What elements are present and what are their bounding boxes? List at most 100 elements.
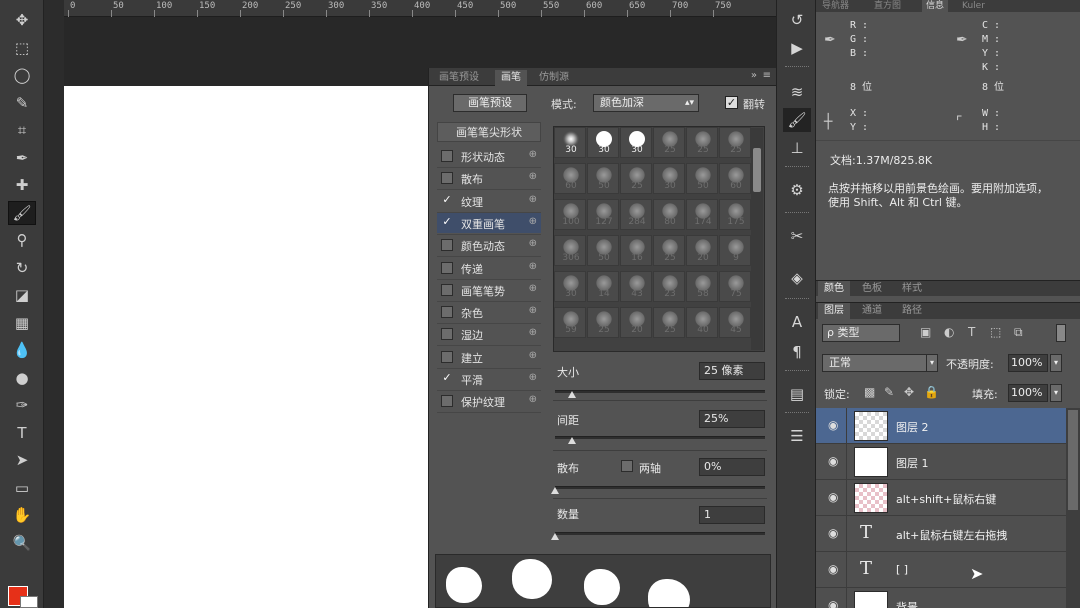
shape-filter-icon[interactable]: ⬚ — [990, 325, 1001, 339]
collapse-panel-icon[interactable]: » — [751, 70, 757, 81]
brush-tip[interactable]: 40 — [686, 307, 718, 338]
option-checkbox[interactable]: ✓ — [441, 372, 453, 385]
layer-row[interactable]: ◉ Talt+鼠标右键左右拖拽 — [816, 516, 1066, 552]
brush-tip[interactable]: 127 — [587, 199, 619, 230]
tab-histogram[interactable]: 直方图 — [874, 0, 901, 12]
brush-tip[interactable]: 14 — [587, 271, 619, 302]
lock-icon[interactable]: ⊕ — [529, 327, 537, 338]
opacity-dropdown-icon[interactable]: ▾ — [1050, 354, 1062, 372]
tools-icon[interactable]: ✂ — [783, 224, 811, 248]
image-filter-icon[interactable]: ▣ — [920, 325, 931, 339]
filter-toggle[interactable] — [1056, 324, 1066, 342]
lock-icon[interactable]: ⊕ — [529, 305, 537, 316]
brush-option-item[interactable]: 散布 ⊕ — [437, 168, 541, 188]
option-checkbox[interactable] — [441, 172, 453, 185]
layer-row[interactable]: ◉ alt+shift+鼠标右键 — [816, 480, 1066, 516]
opacity-field[interactable]: 100% — [1008, 354, 1048, 372]
path-select-tool[interactable]: ➤ — [8, 448, 36, 472]
lock-transparency-icon[interactable]: ▩ — [864, 385, 875, 399]
type-tool[interactable]: T — [8, 421, 36, 445]
count-slider[interactable] — [555, 532, 765, 535]
shape-tool[interactable]: ▭ — [8, 476, 36, 500]
blur-tool[interactable]: 💧 — [8, 338, 36, 362]
layer-row[interactable]: ◉ 背景 — [816, 588, 1066, 608]
size-field[interactable]: 25 像素 — [699, 362, 765, 380]
option-checkbox[interactable] — [441, 150, 453, 162]
lock-icon[interactable]: ⊕ — [529, 372, 537, 383]
lock-icon[interactable]: ⊕ — [529, 238, 537, 249]
option-checkbox[interactable] — [441, 306, 453, 319]
eye-icon[interactable]: ◉ — [828, 454, 838, 468]
paragraph-icon[interactable]: ¶ — [783, 340, 811, 364]
lock-icon[interactable]: ⊕ — [529, 171, 537, 182]
tab-swatches[interactable]: 色板 — [856, 281, 888, 297]
mode-select[interactable]: 颜色加深 ▴▾ — [593, 94, 699, 112]
tab-brush-presets[interactable]: 画笔预设 — [433, 70, 485, 86]
spacing-slider-thumb[interactable] — [567, 437, 576, 444]
brush-tip[interactable]: 25 — [620, 163, 652, 194]
pen-tool[interactable]: ✑ — [8, 393, 36, 417]
brush-tip[interactable]: 80 — [653, 199, 685, 230]
smart-object-filter-icon[interactable]: ⧉ — [1014, 325, 1023, 340]
layer-row[interactable]: ◉ 图层 2 — [816, 408, 1066, 444]
lock-icon[interactable]: ⊕ — [529, 394, 537, 405]
tab-kuler[interactable]: Kuler — [962, 0, 985, 12]
scatter-field[interactable]: 0% — [699, 458, 765, 476]
brush-option-item[interactable]: 建立 ⊕ — [437, 347, 541, 367]
brush-tip-shape-item[interactable]: 画笔笔尖形状 — [437, 122, 541, 142]
brush-tip[interactable]: 175 — [719, 199, 751, 230]
option-checkbox[interactable] — [441, 283, 453, 296]
fill-field[interactable]: 100% — [1008, 384, 1048, 402]
scatter-slider[interactable] — [555, 486, 765, 489]
brush-tip[interactable]: 43 — [620, 271, 652, 302]
tip-grid-scroll-thumb[interactable] — [753, 148, 761, 192]
character-icon[interactable]: A — [783, 310, 811, 334]
brush-option-item[interactable]: 传递 ⊕ — [437, 258, 541, 278]
chevron-down-icon[interactable]: ▾ — [926, 354, 938, 372]
brush-option-item[interactable]: 湿边 ⊕ — [437, 324, 541, 344]
eye-icon[interactable]: ◉ — [828, 418, 838, 432]
tab-navigator[interactable]: 导航器 — [822, 0, 849, 12]
brush-tip[interactable]: 50 — [587, 163, 619, 194]
crop-tool[interactable]: ⌗ — [8, 118, 36, 142]
brush-option-item[interactable]: 杂色 ⊕ — [437, 302, 541, 322]
styles-icon[interactable]: ⚙ — [783, 178, 811, 202]
brush-tip[interactable]: 25 — [653, 307, 685, 338]
eyedropper-tool[interactable]: ✒ — [8, 146, 36, 170]
option-checkbox[interactable] — [441, 261, 453, 274]
spacing-slider[interactable] — [555, 436, 765, 439]
adjust-icon[interactable]: ≋ — [783, 80, 811, 104]
brush-tip[interactable]: 100 — [554, 199, 586, 230]
brush-tip[interactable]: 60 — [554, 163, 586, 194]
count-field[interactable]: 1 — [699, 506, 765, 524]
brush-tip[interactable]: 9 — [719, 235, 751, 266]
healing-tool[interactable]: ✚ — [8, 173, 36, 197]
blend-mode-select[interactable]: 正常 — [822, 354, 936, 372]
option-checkbox[interactable]: ✓ — [441, 194, 453, 207]
marquee-tool[interactable]: ⬚ — [8, 36, 36, 60]
layer-row[interactable]: ◉ 图层 1 — [816, 444, 1066, 480]
tab-layers[interactable]: 图层 — [818, 303, 850, 319]
3d-icon[interactable]: ◈ — [783, 266, 811, 290]
brush-tip[interactable]: 174 — [686, 199, 718, 230]
option-checkbox[interactable] — [441, 328, 453, 341]
brush-tip[interactable]: 30 — [587, 127, 619, 158]
brush-option-item[interactable]: ✓ 双重画笔 ⊕ — [437, 212, 541, 233]
eye-icon[interactable]: ◉ — [828, 490, 838, 504]
brush-tool[interactable]: 🖌 — [8, 200, 36, 225]
history-brush-tool[interactable]: ↻ — [8, 256, 36, 280]
tab-clone-source[interactable]: 仿制源 — [533, 70, 575, 86]
brush-tip[interactable]: 20 — [686, 235, 718, 266]
brush-option-item[interactable]: 画笔笔势 ⊕ — [437, 280, 541, 300]
size-slider[interactable] — [555, 390, 765, 393]
background-color-swatch[interactable] — [20, 596, 38, 608]
brush-tip[interactable]: 20 — [620, 307, 652, 338]
option-checkbox[interactable] — [441, 395, 453, 408]
brush-tip[interactable]: 75 — [719, 271, 751, 302]
brush-tip[interactable]: 30 — [554, 127, 586, 158]
lock-icon[interactable]: ⊕ — [529, 350, 537, 361]
lasso-tool[interactable]: ◯ — [8, 63, 36, 87]
lock-icon[interactable]: ⊕ — [529, 261, 537, 272]
brush-tip[interactable]: 16 — [620, 235, 652, 266]
zoom-tool[interactable]: 🔍 — [8, 531, 36, 555]
